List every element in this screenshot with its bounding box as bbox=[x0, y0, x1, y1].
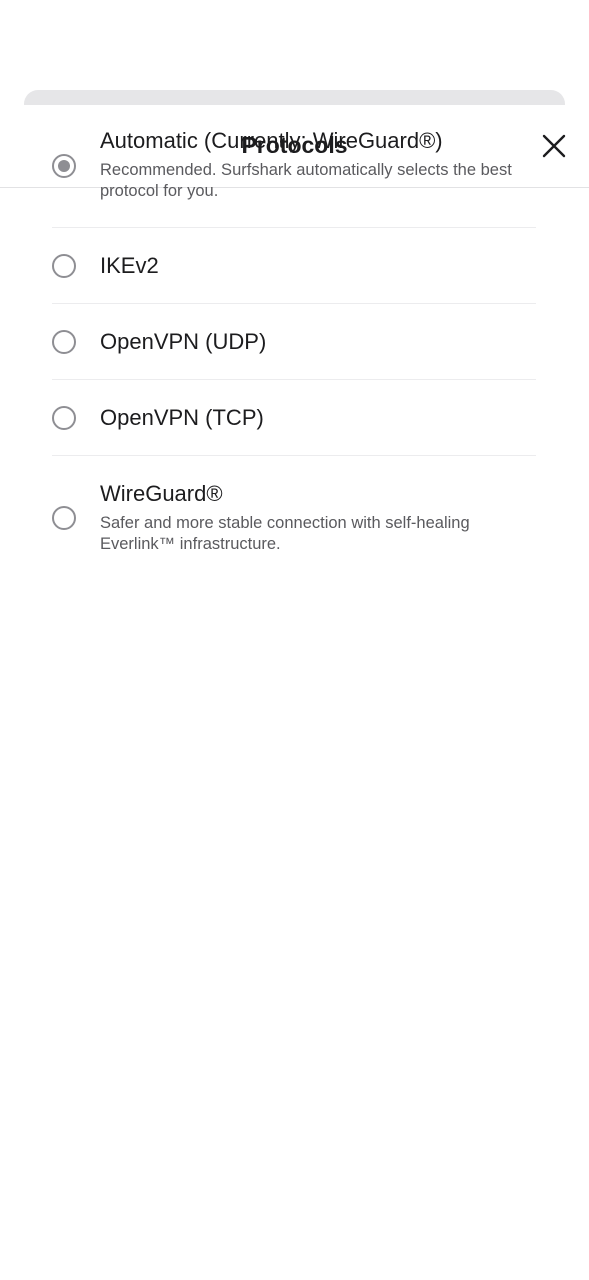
protocol-option-openvpn-tcp[interactable]: OpenVPN (TCP) bbox=[52, 380, 536, 456]
protocol-option-wireguard[interactable]: WireGuard® Safer and more stable connect… bbox=[52, 456, 536, 576]
protocol-description: Recommended. Surfshark automatically sel… bbox=[100, 161, 512, 200]
protocol-label: IKEv2 bbox=[100, 253, 159, 278]
protocol-label: OpenVPN (TCP) bbox=[100, 405, 264, 430]
protocol-option-automatic[interactable]: Automatic (Currently: WireGuard®) Recomm… bbox=[52, 112, 536, 228]
radio-unselected[interactable] bbox=[52, 330, 76, 354]
radio-dot bbox=[58, 160, 70, 172]
protocol-list: Automatic (Currently: WireGuard®) Recomm… bbox=[52, 112, 536, 576]
radio-unselected[interactable] bbox=[52, 506, 76, 530]
protocol-label: WireGuard® bbox=[100, 481, 223, 506]
radio-selected[interactable] bbox=[52, 154, 76, 178]
protocol-option-openvpn-udp[interactable]: OpenVPN (UDP) bbox=[52, 304, 536, 380]
close-button[interactable] bbox=[537, 129, 571, 163]
close-icon bbox=[542, 134, 566, 158]
protocol-description: Safer and more stable connection with se… bbox=[100, 514, 470, 553]
radio-unselected[interactable] bbox=[52, 406, 76, 430]
protocol-label: Automatic (Currently: WireGuard®) bbox=[100, 128, 443, 153]
protocol-label: OpenVPN (UDP) bbox=[100, 329, 267, 354]
radio-unselected[interactable] bbox=[52, 254, 76, 278]
protocol-option-ikev2[interactable]: IKEv2 bbox=[52, 228, 536, 304]
